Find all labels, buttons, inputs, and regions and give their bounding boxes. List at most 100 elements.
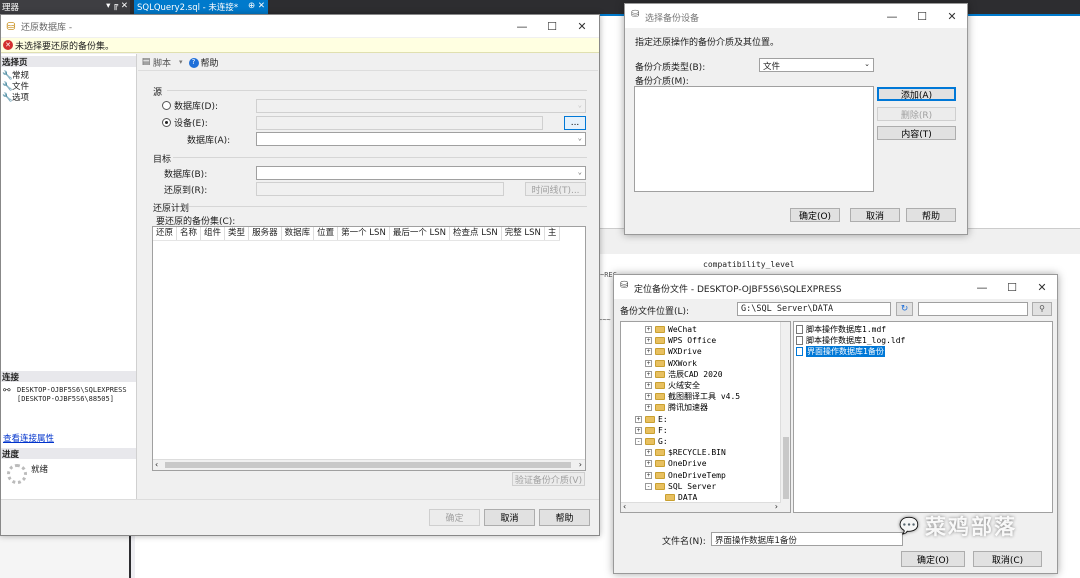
ok-button[interactable]: 确定(O): [901, 551, 965, 567]
tree-node[interactable]: + E:: [635, 414, 668, 425]
collapse-icon[interactable]: -: [645, 482, 652, 490]
grid-column-header[interactable]: 名称: [177, 227, 202, 240]
script-button[interactable]: 脚本: [153, 56, 171, 69]
timeline-button[interactable]: 时间线(T)...: [525, 182, 586, 196]
close-button[interactable]: ✕: [567, 15, 597, 37]
source-db-select[interactable]: ⌄: [256, 132, 586, 146]
ok-button[interactable]: 确定(O): [790, 208, 840, 222]
expand-icon[interactable]: +: [645, 404, 652, 412]
cancel-button[interactable]: 取消: [850, 208, 900, 222]
tree-node[interactable]: + WXWork: [645, 358, 697, 369]
expand-icon[interactable]: +: [645, 348, 652, 356]
grid-column-header[interactable]: 检查点 LSN: [450, 227, 502, 240]
horizontal-scrollbar[interactable]: ‹ ›: [153, 459, 585, 470]
close-button[interactable]: ✕: [1027, 276, 1057, 298]
verify-media-button[interactable]: 验证备份介质(V): [512, 472, 585, 486]
tree-vscroll[interactable]: [780, 322, 790, 512]
collapse-icon[interactable]: -: [635, 438, 642, 445]
scroll-thumb[interactable]: [783, 437, 789, 499]
expand-icon[interactable]: +: [635, 415, 642, 423]
close-button[interactable]: ✕: [937, 5, 967, 27]
cancel-button[interactable]: 取消: [484, 509, 535, 526]
remove-button[interactable]: 删除(R): [877, 107, 956, 121]
file-item-selected[interactable]: 界面操作数据库1备份: [796, 346, 885, 357]
expand-icon[interactable]: +: [645, 326, 652, 333]
tree-node[interactable]: + 火绒安全: [645, 380, 700, 391]
media-list[interactable]: [634, 86, 874, 192]
view-connection-properties-link[interactable]: 查看连接属性: [3, 432, 54, 444]
filename-field[interactable]: 界面操作数据库1备份: [711, 532, 903, 546]
minimize-button[interactable]: —: [877, 5, 907, 27]
expand-icon[interactable]: +: [645, 449, 652, 457]
minimize-button[interactable]: —: [967, 276, 997, 298]
tree-node[interactable]: + WPS Office: [645, 335, 716, 346]
expand-icon[interactable]: +: [645, 460, 652, 468]
help-button[interactable]: 帮助: [539, 509, 590, 526]
ide-left-tab[interactable]: 理器 ▾ ╔ ✕: [0, 0, 130, 14]
scroll-thumb[interactable]: [165, 462, 571, 468]
maximize-button[interactable]: ☐: [997, 276, 1027, 298]
help-button[interactable]: 帮助: [906, 208, 956, 222]
refresh-button[interactable]: ↻: [896, 302, 913, 316]
file-list[interactable]: 脚本操作数据库1.mdf 脚本操作数据库1_log.ldf 界面操作数据库1备份: [793, 321, 1053, 513]
tree-node[interactable]: + $RECYCLE.BIN: [645, 447, 726, 458]
chevron-down-icon[interactable]: ▾: [179, 59, 183, 66]
tree-node[interactable]: + OneDrive: [645, 458, 707, 469]
expand-icon[interactable]: +: [635, 426, 642, 434]
grid-column-header[interactable]: 数据库: [282, 227, 315, 240]
expand-icon[interactable]: +: [645, 337, 652, 345]
contents-button[interactable]: 内容(T): [877, 126, 956, 140]
source-database-radio[interactable]: 数据库(D):: [162, 99, 218, 112]
tree-node[interactable]: + OneDriveTemp: [645, 470, 726, 481]
grid-column-header[interactable]: 位置: [314, 227, 339, 240]
target-database-select[interactable]: ⌄: [256, 166, 586, 180]
file-item[interactable]: 脚本操作数据库1.mdf: [796, 324, 886, 335]
tree-node[interactable]: + 腾讯加速器: [645, 402, 708, 413]
expand-icon[interactable]: +: [645, 382, 652, 389]
tree-node[interactable]: + 截图翻译工具 v4.5: [645, 391, 740, 402]
ok-button[interactable]: 确定: [429, 509, 480, 526]
cancel-button[interactable]: 取消(C): [973, 551, 1042, 567]
search-field[interactable]: [918, 302, 1028, 316]
tree-node[interactable]: + WeChat: [645, 324, 697, 335]
ide-query-tab-controls[interactable]: ⊕ ✕: [248, 1, 265, 13]
file-item[interactable]: 脚本操作数据库1_log.ldf: [796, 335, 905, 346]
grid-column-header[interactable]: 第一个 LSN: [338, 227, 390, 240]
grid-column-header[interactable]: 组件: [201, 227, 226, 240]
maximize-button[interactable]: ☐: [907, 5, 937, 27]
backup-sets-grid[interactable]: 还原 名称 组件 类型 服务器 数据库 位置 第一个 LSN 最后一个 LSN 检查点 LSN 完整…: [152, 226, 586, 471]
tree-hscroll[interactable]: ‹ ›: [621, 502, 781, 512]
help-link[interactable]: 帮助: [201, 56, 219, 69]
browse-device-button[interactable]: ...: [564, 116, 586, 130]
search-button[interactable]: ⚲: [1032, 302, 1052, 316]
tree-node[interactable]: + F:: [635, 425, 668, 436]
grid-column-header[interactable]: 还原: [153, 227, 178, 240]
expand-icon[interactable]: +: [645, 370, 652, 378]
tree-node[interactable]: + WXDrive: [645, 346, 702, 357]
expand-icon[interactable]: +: [645, 471, 652, 479]
ide-query-tab[interactable]: SQLQuery2.sql - 未连接* ⊕ ✕: [134, 0, 268, 14]
maximize-button[interactable]: ☐: [537, 15, 567, 37]
grid-column-header[interactable]: 服务器: [249, 227, 282, 240]
chevron-right-icon[interactable]: ›: [775, 502, 778, 511]
minimize-button[interactable]: —: [507, 15, 537, 37]
grid-column-header[interactable]: 最后一个 LSN: [390, 227, 451, 240]
tree-node[interactable]: + 浩辰CAD 2020: [645, 369, 723, 380]
chevron-left-icon[interactable]: ‹: [155, 460, 158, 469]
page-options[interactable]: 🔧选项: [2, 91, 29, 103]
chevron-left-icon[interactable]: ‹: [623, 502, 626, 511]
add-button[interactable]: 添加(A): [877, 87, 956, 101]
grid-column-header[interactable]: 主: [545, 227, 561, 240]
media-type-select[interactable]: 文件 ⌄: [759, 58, 874, 72]
tree-node[interactable]: - G:: [635, 436, 668, 447]
grid-column-header[interactable]: 完整 LSN: [502, 227, 545, 240]
ide-left-tab-controls[interactable]: ▾ ╔ ✕: [106, 1, 128, 13]
folder-tree[interactable]: + WeChat + WPS Office + WXDrive + WXWork + 浩辰CAD …: [620, 321, 791, 513]
tree-node[interactable]: - SQL Server: [645, 481, 716, 492]
grid-column-header[interactable]: 类型: [225, 227, 250, 240]
expand-icon[interactable]: +: [645, 393, 652, 401]
chevron-right-icon[interactable]: ›: [579, 460, 582, 469]
source-device-radio[interactable]: 设备(E):: [162, 116, 208, 129]
location-field[interactable]: G:\SQL Server\DATA: [737, 302, 891, 316]
expand-icon[interactable]: +: [645, 359, 652, 367]
